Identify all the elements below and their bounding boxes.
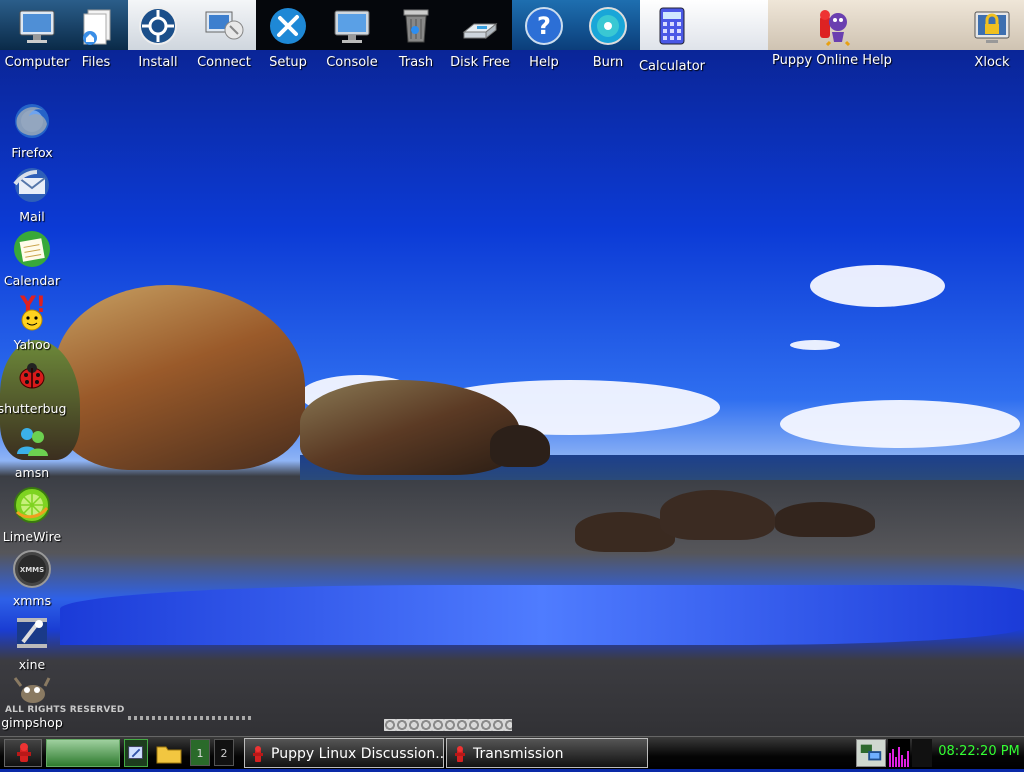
folder-icon: [156, 746, 182, 764]
taskbar: 1 2 Puppy Linux Discussion... Transmissi…: [0, 736, 1024, 769]
desktop-icon-label: LimeWire: [2, 529, 62, 544]
desktop-icon-label: gimpshop: [1, 715, 63, 730]
swap-monitor: [912, 739, 932, 767]
task-transmission[interactable]: Transmission: [446, 738, 648, 768]
quicklaunch-files[interactable]: [152, 739, 186, 767]
calendar-icon: [14, 231, 50, 267]
desktop-icon-shutterbug[interactable]: shutterbug: [0, 356, 66, 418]
console-icon: [334, 10, 370, 43]
network-tray-icon[interactable]: [856, 739, 886, 767]
launcher-calculator[interactable]: Calculator: [639, 0, 705, 74]
task-label: Transmission: [473, 746, 564, 762]
xine-icon: [17, 618, 47, 648]
fire-hydrant-icon: [17, 743, 31, 762]
launcher-xlock[interactable]: Xlock: [960, 0, 1024, 74]
cd-burn-icon: [589, 7, 627, 45]
limewire-icon: [14, 487, 50, 523]
wallpaper-cloud: [810, 265, 945, 307]
network-icon: [860, 744, 882, 761]
calculator-icon: [659, 7, 685, 45]
start-menu-button[interactable]: [4, 739, 42, 767]
firefox-icon: [15, 104, 49, 138]
install-icon: [139, 7, 177, 45]
desktop-icon-yahoo[interactable]: Y! Yahoo: [0, 292, 64, 354]
desktop-icon-xmms[interactable]: XMMS xmms: [0, 548, 64, 610]
desktop-icon-firefox[interactable]: Firefox: [0, 100, 64, 162]
desktop-icon-label: amsn: [14, 465, 50, 480]
fire-hydrant-icon: [253, 746, 263, 762]
pager-desktop-1[interactable]: 1: [190, 739, 210, 766]
wallpaper-cloud: [780, 400, 1020, 448]
wallpaper-watermark: ALL RIGHTS RESERVED: [5, 705, 125, 715]
fire-hydrant-icon: [455, 746, 465, 762]
svg-text:?: ?: [537, 12, 551, 40]
desktop-icon-amsn[interactable]: amsn: [0, 420, 64, 482]
launcher-puppy-online-help[interactable]: Puppy Online Help: [772, 0, 892, 74]
setup-tools-icon: [270, 8, 306, 44]
desktop-icon-label: Firefox: [11, 145, 53, 160]
desktop-dotted-strip: [128, 716, 252, 720]
launcher-label: Xlock: [974, 55, 1010, 70]
launcher-label: Calculator: [638, 59, 705, 74]
desktop-icon-label: Yahoo: [13, 337, 51, 352]
yahoo-icon: Y!: [19, 293, 46, 331]
wallpaper-rock: [490, 425, 550, 467]
mail-icon: [13, 168, 49, 202]
connect-icon: [205, 11, 244, 40]
amsn-icon: [17, 428, 48, 456]
memory-monitor: [888, 739, 910, 767]
trash-icon: [403, 9, 429, 43]
desktop-icon-label: Calendar: [3, 273, 61, 288]
wallpaper-cloud: [790, 340, 840, 350]
wallpaper-rock: [775, 502, 875, 537]
lock-icon: [974, 11, 1010, 43]
puppy-help-icon: [820, 10, 851, 46]
ladybug-icon: [19, 363, 45, 389]
top-launcher-bar: Computer Files Install Connect Setup Con…: [0, 0, 1024, 75]
help-icon: ?: [525, 7, 563, 45]
task-puppy-linux-discussion[interactable]: Puppy Linux Discussion...: [244, 738, 444, 768]
desktop-icon-label: Mail: [19, 209, 45, 224]
desktop-icon-label: xmms: [12, 593, 52, 608]
desktop-icon-limewire[interactable]: LimeWire: [0, 484, 64, 546]
xmms-icon: XMMS: [13, 550, 51, 588]
pager-desktop-2[interactable]: 2: [214, 739, 234, 766]
wallpaper-water-reflection: [60, 585, 1024, 645]
desktop-wallpaper: [0, 0, 1024, 768]
wallpaper-rock: [55, 285, 305, 470]
files-icon: [83, 9, 111, 45]
desktop-icon-xine[interactable]: xine: [0, 612, 64, 674]
desktop-icon-label: shutterbug: [0, 401, 67, 416]
quicklaunch-desktop[interactable]: [124, 739, 148, 767]
cpu-load-monitor: [46, 739, 120, 767]
task-label: Puppy Linux Discussion...: [271, 746, 444, 762]
launcher-label: Puppy Online Help: [772, 53, 892, 68]
drive-icons-strip[interactable]: [384, 719, 512, 731]
desktop-icon-mail[interactable]: Mail: [0, 164, 64, 226]
taskbar-clock[interactable]: 08:22:20 PM: [934, 736, 1024, 768]
wallpaper-rock: [660, 490, 775, 540]
svg-text:XMMS: XMMS: [20, 566, 44, 574]
disk-icon: [462, 22, 498, 40]
desktop-icon-calendar[interactable]: Calendar: [0, 228, 64, 290]
launcher-install[interactable]: Install: [126, 0, 190, 74]
monitor-icon: [19, 10, 55, 43]
bar-graph-icon: [889, 747, 909, 767]
show-desktop-icon: [128, 746, 143, 759]
desktop-icon-gimpshop[interactable]: gimpshop: [0, 670, 64, 732]
